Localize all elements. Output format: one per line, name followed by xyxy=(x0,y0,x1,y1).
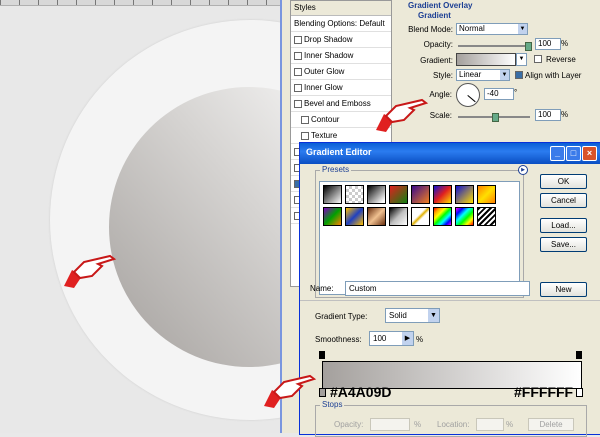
reverse-checkbox[interactable] xyxy=(534,55,542,63)
gradient-type-label: Gradient Type: xyxy=(315,312,368,321)
preset-swatch[interactable] xyxy=(411,185,430,204)
checkbox-icon[interactable] xyxy=(301,115,309,124)
name-input[interactable]: Custom xyxy=(345,281,530,296)
gradient-editor-dialog: Gradient Editor _ □ × Presets ▶ OK Cance… xyxy=(299,142,600,437)
style-select[interactable]: Linear ▼ xyxy=(456,69,510,81)
gradient-type-select[interactable]: Solid ▼ xyxy=(385,308,440,323)
gradient-editor-titlebar[interactable]: Gradient Editor _ □ × xyxy=(300,143,600,164)
delete-button[interactable]: Delete xyxy=(528,418,574,431)
blend-mode-label: Blend Mode: xyxy=(408,25,453,34)
checkbox-icon[interactable] xyxy=(294,67,302,76)
color-stop-right[interactable] xyxy=(576,388,583,397)
preset-swatch[interactable] xyxy=(389,207,408,226)
chevron-down-icon: ▼ xyxy=(500,70,509,80)
preset-swatch[interactable] xyxy=(433,207,452,226)
section-title: Gradient Overlay xyxy=(408,1,473,10)
preset-swatch[interactable] xyxy=(411,207,430,226)
angle-unit: ° xyxy=(514,88,518,97)
smoothness-label: Smoothness: xyxy=(315,335,362,344)
gradient-dropdown-icon[interactable]: ▼ xyxy=(516,53,527,66)
pointing-hand-icon xyxy=(64,254,117,288)
preset-swatch[interactable] xyxy=(433,185,452,204)
stops-group: Stops Opacity: % Location: % Delete xyxy=(315,400,587,437)
group-title: Gradient xyxy=(418,11,451,20)
opacity-input[interactable]: 100 xyxy=(535,38,561,50)
opacity-unit: % xyxy=(561,39,569,48)
angle-needle xyxy=(467,95,476,103)
save-button[interactable]: Save... xyxy=(540,237,587,252)
style-item-outer-glow[interactable]: Outer Glow xyxy=(291,64,391,80)
left-stop-hex: #A4A09D xyxy=(330,384,392,400)
stops-location-input[interactable] xyxy=(476,418,504,431)
presets-group: Presets ▶ xyxy=(315,165,528,298)
preset-swatch[interactable] xyxy=(455,207,474,226)
slider-thumb[interactable] xyxy=(525,42,532,51)
opacity-label: Opacity: xyxy=(423,40,453,49)
ok-button[interactable]: OK xyxy=(540,174,587,189)
preset-swatch[interactable] xyxy=(367,207,386,226)
slider-thumb[interactable] xyxy=(492,113,499,122)
preset-swatch[interactable] xyxy=(345,207,364,226)
checkbox-icon[interactable] xyxy=(294,99,302,108)
align-with-layer-label: Align with Layer xyxy=(525,71,582,80)
smoothness-unit: % xyxy=(416,335,424,344)
preset-swatch[interactable] xyxy=(367,185,386,204)
styles-header[interactable]: Styles xyxy=(291,1,391,16)
angle-dial-icon[interactable] xyxy=(456,83,480,107)
scale-unit: % xyxy=(561,110,569,119)
style-item-inner-shadow[interactable]: Inner Shadow xyxy=(291,48,391,64)
dialog-title: Gradient Editor xyxy=(306,147,372,157)
checkbox-icon[interactable] xyxy=(301,131,309,140)
new-button[interactable]: New xyxy=(540,282,587,297)
preset-swatch[interactable] xyxy=(389,185,408,204)
cancel-button[interactable]: Cancel xyxy=(540,193,587,208)
checkbox-icon[interactable] xyxy=(294,51,302,60)
gradient-preview-swatch[interactable] xyxy=(456,53,516,66)
stops-location-unit: % xyxy=(506,420,514,429)
stops-opacity-unit: % xyxy=(414,420,422,429)
opacity-stop-right[interactable] xyxy=(576,351,582,359)
opacity-slider[interactable] xyxy=(458,42,532,51)
preset-swatch[interactable] xyxy=(455,185,474,204)
checkbox-icon[interactable] xyxy=(294,35,302,44)
stops-opacity-input[interactable] xyxy=(370,418,410,431)
style-item-blending-options[interactable]: Blending Options: Default xyxy=(291,16,391,32)
preset-swatch[interactable] xyxy=(477,207,496,226)
preset-swatch[interactable] xyxy=(477,185,496,204)
smoothness-input[interactable]: 100 ▶ xyxy=(369,331,414,346)
style-label: Style: xyxy=(432,71,453,80)
presets-label: Presets xyxy=(320,165,352,174)
chevron-right-icon[interactable]: ▶ xyxy=(402,332,413,345)
presets-swatches xyxy=(319,181,520,295)
load-button[interactable]: Load... xyxy=(540,218,587,233)
close-icon[interactable]: × xyxy=(582,146,597,161)
checkbox-icon[interactable] xyxy=(294,83,302,92)
scale-slider[interactable] xyxy=(458,113,530,122)
name-label: Name: xyxy=(310,284,334,293)
preset-swatch[interactable] xyxy=(345,185,364,204)
chevron-down-icon: ▼ xyxy=(518,24,527,34)
divider xyxy=(300,300,600,301)
opacity-stop-left[interactable] xyxy=(319,351,325,359)
stops-label: Stops xyxy=(320,400,345,409)
presets-menu-icon[interactable]: ▶ xyxy=(518,165,528,175)
preset-swatch[interactable] xyxy=(323,185,342,204)
stops-location-label: Location: xyxy=(437,420,470,429)
gradient-label: Gradient: xyxy=(420,56,453,65)
align-with-layer-checkbox[interactable] xyxy=(515,71,523,79)
minimize-icon[interactable]: _ xyxy=(550,146,565,161)
style-item-drop-shadow[interactable]: Drop Shadow xyxy=(291,32,391,48)
chevron-down-icon: ▼ xyxy=(428,309,439,322)
right-stop-hex: #FFFFFF xyxy=(514,384,574,400)
angle-input[interactable]: -40 xyxy=(484,88,514,100)
stops-opacity-label: Opacity: xyxy=(334,420,364,429)
scale-input[interactable]: 100 xyxy=(535,109,561,121)
blend-mode-select[interactable]: Normal ▼ xyxy=(456,23,528,35)
preset-swatch[interactable] xyxy=(323,207,342,226)
reverse-label: Reverse xyxy=(546,55,576,64)
pointing-hand-icon xyxy=(376,98,429,132)
pointing-hand-icon xyxy=(264,374,317,408)
color-stop-left[interactable] xyxy=(319,388,326,397)
maximize-icon[interactable]: □ xyxy=(566,146,581,161)
